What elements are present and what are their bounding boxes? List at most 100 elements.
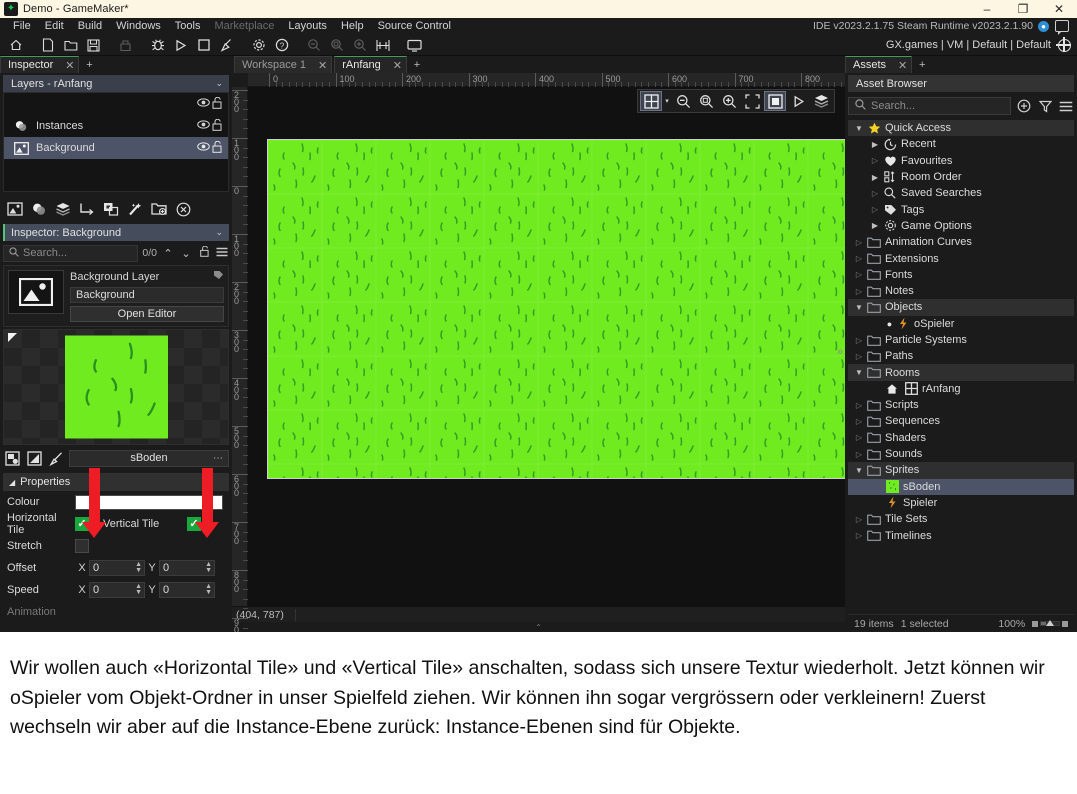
chevron-right-icon[interactable]: ▷ <box>852 515 866 524</box>
add-tile-layer-icon[interactable] <box>52 198 74 220</box>
chevron-right-icon[interactable]: ▷ <box>852 238 866 247</box>
asset-search-input[interactable]: Search... <box>848 97 1011 115</box>
hamburger-menu-icon[interactable] <box>1058 101 1074 112</box>
chevron-right-icon[interactable]: ▷ <box>852 336 866 345</box>
asset-tree-item[interactable]: ▼ Rooms <box>848 364 1074 381</box>
asset-tree-item[interactable]: ▼ Objects <box>848 299 1074 316</box>
chevron-down-icon[interactable]: ▼ <box>852 124 866 133</box>
offset-y-stepper[interactable]: ▲ ▼ <box>205 561 212 575</box>
asset-tree-item[interactable]: ▶ Recent <box>848 136 1074 152</box>
asset-tree-item[interactable]: sBoden <box>848 478 1074 495</box>
zoom-out-icon[interactable] <box>672 91 694 111</box>
asset-tree-item[interactable]: ▷ Favourites <box>848 153 1074 169</box>
asset-tree-item[interactable]: ▷ Tags <box>848 201 1074 217</box>
tab-inspector-close-icon[interactable]: ✕ <box>65 59 74 72</box>
debug-bug-icon[interactable] <box>147 36 168 55</box>
stretch-checkbox[interactable] <box>75 539 89 553</box>
chevron-down-icon[interactable]: ▼ <box>852 303 866 312</box>
asset-tree-item[interactable]: ▶ Room Order <box>848 169 1074 185</box>
add-asset-layer-icon[interactable] <box>28 198 50 220</box>
chevron-right-icon[interactable]: ▷ <box>852 352 866 361</box>
grid-toggle-icon[interactable] <box>640 91 662 111</box>
assets-add-tab-button[interactable]: + <box>914 56 930 73</box>
chevron-right-icon[interactable]: ▷ <box>852 450 866 459</box>
asset-tree-item[interactable]: ▷ Extensions <box>848 250 1074 266</box>
menu-build[interactable]: Build <box>71 18 109 35</box>
chevron-right-icon[interactable]: ▶ <box>868 221 882 230</box>
chevron-right-icon[interactable]: ▷ <box>852 270 866 279</box>
offset-x-stepper[interactable]: ▲ ▼ <box>135 561 142 575</box>
collapse-panel-icon[interactable]: » <box>837 346 843 358</box>
maximize-button[interactable]: ❐ <box>1005 0 1041 18</box>
tab-ranfang[interactable]: rAnfang ✕ <box>334 56 407 73</box>
inspector-background-header[interactable]: Inspector: Background ⌄ <box>3 224 229 241</box>
sprite-preview[interactable] <box>3 329 229 445</box>
display-monitor-icon[interactable] <box>404 36 425 55</box>
asset-tree-item[interactable]: ▼ Sprites <box>848 462 1074 479</box>
workspace-add-tab-button[interactable]: + <box>409 56 425 73</box>
unlock-icon[interactable] <box>210 118 224 134</box>
layout-columns-icon[interactable] <box>372 36 393 55</box>
user-account-icon[interactable]: ● <box>1038 21 1049 32</box>
unlock-icon[interactable] <box>210 140 224 156</box>
asset-tree-item[interactable]: rAnfang <box>848 381 1074 397</box>
unlock-icon[interactable] <box>197 245 211 260</box>
speed-y-stepper[interactable]: ▲ ▼ <box>205 583 212 597</box>
zoom-slider-track[interactable] <box>1040 620 1061 626</box>
asset-tree-item[interactable]: ▷ Animation Curves <box>848 234 1074 250</box>
asset-tree-item[interactable]: ▷ Particle Systems <box>848 332 1074 348</box>
chevron-right-icon[interactable]: ▷ <box>852 287 866 296</box>
add-instance-layer-icon[interactable] <box>100 198 122 220</box>
menu-layouts[interactable]: Layouts <box>281 18 334 35</box>
target-crosshair-icon[interactable] <box>1056 37 1071 52</box>
asset-tree-item[interactable]: ▼ Quick Access <box>848 120 1074 137</box>
room-canvas[interactable]: ▾ <box>248 87 845 606</box>
chevron-right-icon[interactable]: ▶ <box>868 140 882 149</box>
tab-assets[interactable]: Assets ✕ <box>845 56 913 73</box>
layers-overlay-icon[interactable] <box>810 91 832 111</box>
clean-broom-icon[interactable] <box>216 36 237 55</box>
paint-brush-icon[interactable] <box>47 449 66 468</box>
open-folder-icon[interactable] <box>60 36 81 55</box>
open-editor-button[interactable]: Open Editor <box>70 306 224 322</box>
asset-tree-item[interactable]: ▷ Paths <box>848 348 1074 364</box>
background-layer-name-input[interactable]: Background <box>70 287 224 303</box>
asset-tree-item[interactable]: ▷ Notes <box>848 283 1074 299</box>
asset-tree-item[interactable]: ▷ Timelines <box>848 527 1074 543</box>
layer-row-blank[interactable] <box>4 93 228 115</box>
speed-x-stepper[interactable]: ▲ ▼ <box>135 583 142 597</box>
fit-to-screen-icon[interactable] <box>741 91 763 111</box>
add-asset-icon[interactable] <box>1016 99 1032 113</box>
close-button[interactable]: ✕ <box>1041 0 1077 18</box>
offset-x-input[interactable]: 0 ▲ ▼ <box>89 560 145 576</box>
zoom-in-icon[interactable] <box>718 91 740 111</box>
chevron-down-icon[interactable]: ▼ <box>852 466 866 475</box>
chevron-right-icon[interactable]: ▷ <box>852 531 866 540</box>
build-target-label[interactable]: GX.games | VM | Default | Default <box>886 35 1051 56</box>
unlock-icon[interactable] <box>210 96 224 112</box>
new-file-icon[interactable] <box>37 36 58 55</box>
show-viewport-icon[interactable] <box>764 91 786 111</box>
eye-icon[interactable] <box>196 142 210 154</box>
chevron-right-icon[interactable]: ▷ <box>852 401 866 410</box>
room-background-tiled-area[interactable] <box>267 139 845 479</box>
search-next-icon[interactable]: ⌄ <box>179 247 193 260</box>
zoom-slider-knob[interactable] <box>1045 620 1054 626</box>
tag-icon[interactable] <box>213 270 224 284</box>
tab-workspace-1[interactable]: Workspace 1 ✕ <box>234 56 333 73</box>
asset-tree-item[interactable]: ▷ Sounds <box>848 446 1074 462</box>
chevron-right-icon[interactable]: ▷ <box>868 189 882 198</box>
chevron-down-icon[interactable]: ▼ <box>852 368 866 377</box>
stop-icon[interactable] <box>193 36 214 55</box>
asset-tree-item[interactable]: ● oSpieler <box>848 316 1074 332</box>
asset-tree-item[interactable]: Spieler <box>848 495 1074 511</box>
menu-edit[interactable]: Edit <box>38 18 71 35</box>
run-room-icon[interactable] <box>787 91 809 111</box>
layer-row-instances[interactable]: Instances <box>4 115 228 137</box>
menu-tools[interactable]: Tools <box>168 18 208 35</box>
zoom-reset-icon[interactable] <box>695 91 717 111</box>
asset-tree-item[interactable]: ▶ Game Options <box>848 218 1074 234</box>
filter-icon[interactable] <box>1037 100 1053 113</box>
eye-icon[interactable] <box>196 120 210 132</box>
speed-y-input[interactable]: 0 ▲ ▼ <box>159 582 215 598</box>
